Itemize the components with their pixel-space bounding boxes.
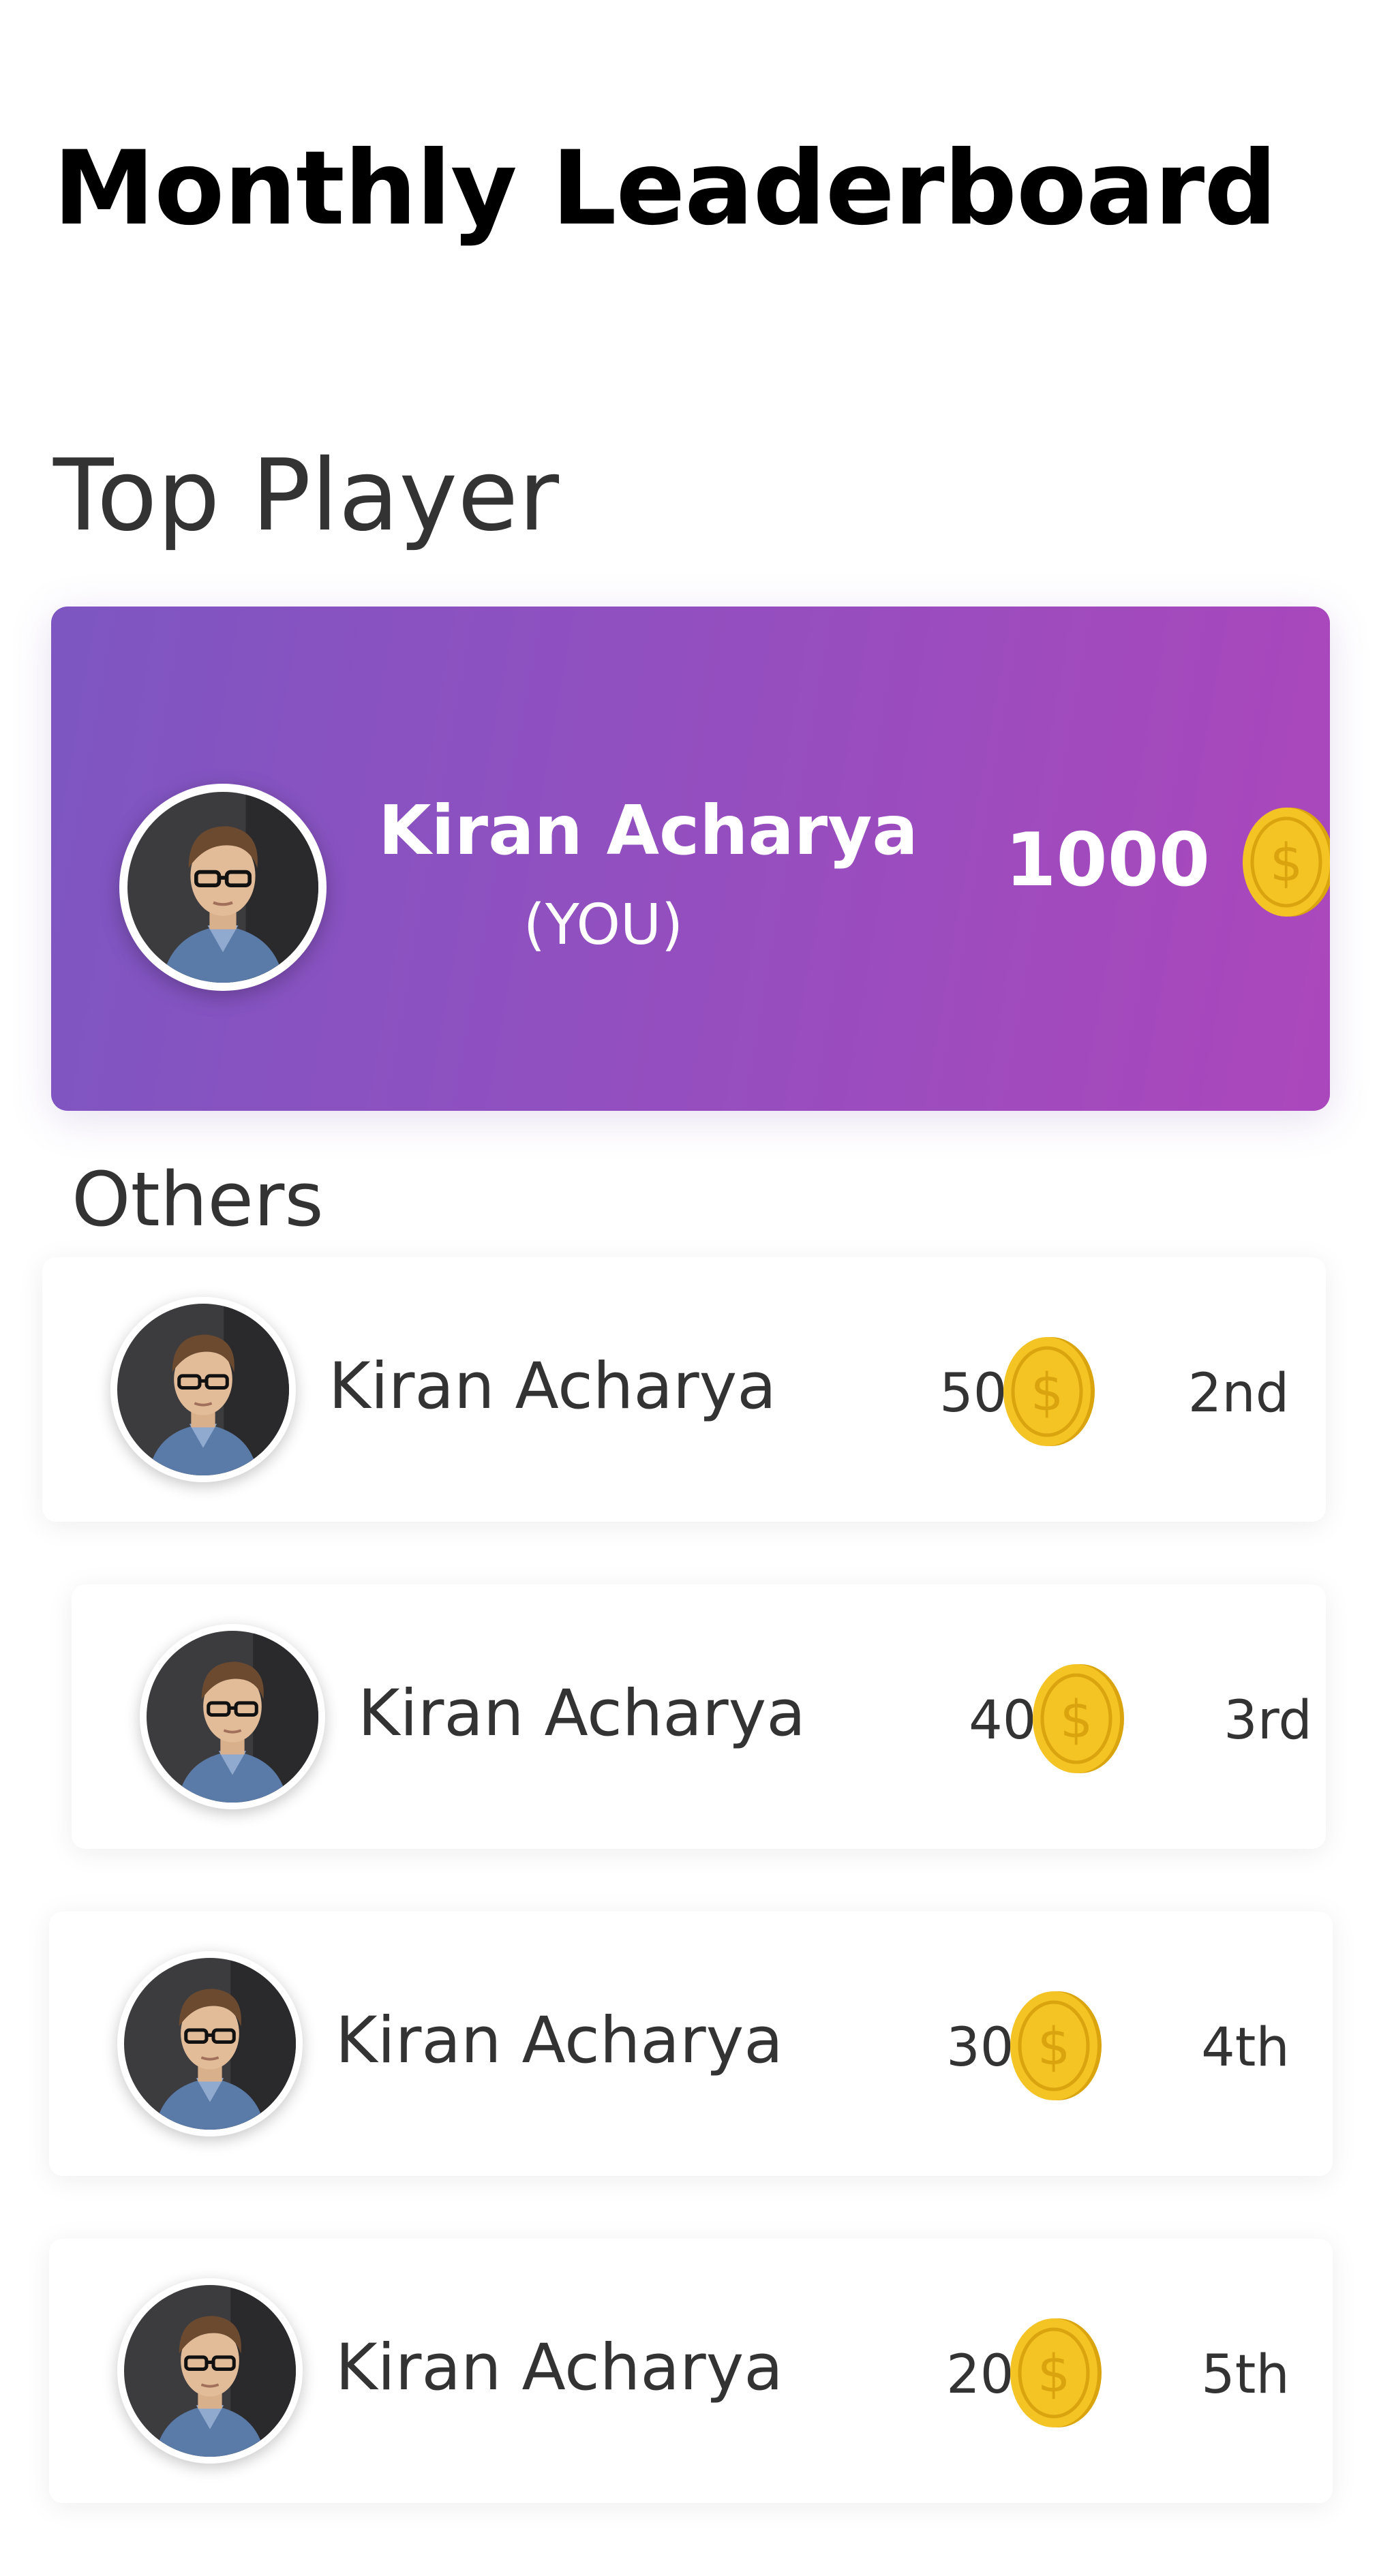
svg-text:$: $ bbox=[1037, 2016, 1070, 2076]
player-name: Kiran Acharya bbox=[335, 2331, 783, 2405]
dollar-coin-icon: $ bbox=[1003, 2315, 1104, 2431]
player-rank: 5th bbox=[1201, 2344, 1290, 2406]
page-title: Monthly Leaderboard bbox=[53, 129, 1277, 248]
avatar-photo-icon bbox=[147, 1631, 318, 1803]
dollar-coin-icon: $ bbox=[997, 1334, 1097, 1450]
player-rank: 4th bbox=[1201, 2017, 1290, 2079]
others-section-title: Others bbox=[72, 1156, 324, 1243]
player-avatar[interactable] bbox=[140, 1624, 325, 1809]
top-player-section-title: Top Player bbox=[53, 438, 559, 553]
top-player-points: 1000 bbox=[1005, 818, 1210, 903]
player-name: Kiran Acharya bbox=[335, 2004, 783, 2078]
avatar-photo-icon bbox=[117, 1304, 289, 1475]
dollar-coin-icon: $ bbox=[1026, 1661, 1127, 1777]
svg-text:$: $ bbox=[1037, 2343, 1070, 2404]
svg-text:$: $ bbox=[1270, 832, 1303, 893]
avatar-photo-icon bbox=[124, 1958, 296, 2130]
leaderboard-row-3[interactable]: Kiran Acharya 400 $ 3rd bbox=[72, 1584, 1326, 1849]
top-player-avatar[interactable] bbox=[119, 784, 327, 991]
player-avatar[interactable] bbox=[117, 2278, 303, 2464]
top-player-name: Kiran Acharya bbox=[378, 791, 918, 870]
leaderboard-row-5[interactable]: Kiran Acharya 200 $ 5th bbox=[49, 2239, 1333, 2503]
top-player-card[interactable]: Kiran Acharya (YOU) 1000 $ bbox=[51, 607, 1330, 1111]
svg-text:$: $ bbox=[1060, 1689, 1093, 1749]
player-avatar[interactable] bbox=[110, 1297, 296, 1482]
player-avatar[interactable] bbox=[117, 1951, 303, 2136]
top-player-you-label: (YOU) bbox=[523, 893, 684, 957]
leaderboard-row-4[interactable]: Kiran Acharya 300 $ 4th bbox=[49, 1912, 1333, 2176]
avatar-photo-icon bbox=[124, 2285, 296, 2457]
player-name: Kiran Acharya bbox=[358, 1676, 806, 1751]
player-rank: 2nd bbox=[1187, 1363, 1290, 1424]
dollar-coin-icon: $ bbox=[1003, 1988, 1104, 2104]
player-rank: 3rd bbox=[1224, 1690, 1312, 1751]
svg-text:$: $ bbox=[1031, 1362, 1063, 1422]
dollar-coin-icon: $ bbox=[1236, 804, 1330, 920]
leaderboard-row-2[interactable]: Kiran Acharya 500 $ 2nd bbox=[42, 1257, 1326, 1522]
player-name: Kiran Acharya bbox=[329, 1349, 776, 1424]
avatar-photo-icon bbox=[127, 792, 318, 983]
